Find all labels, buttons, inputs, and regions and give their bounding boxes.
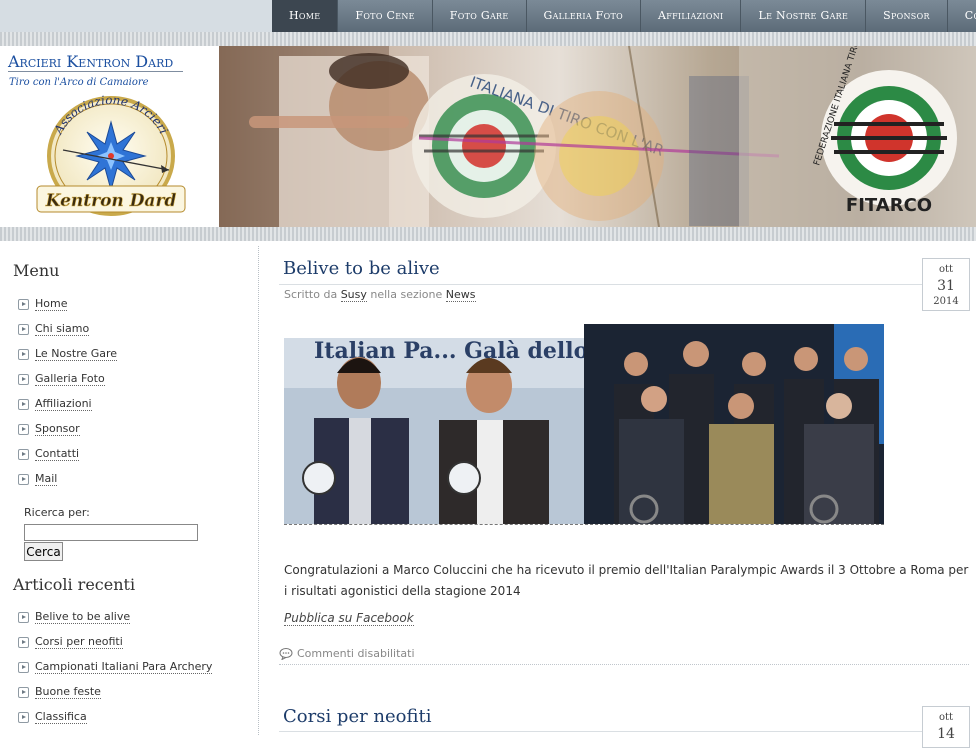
recent-post-label: Buone feste [35,685,101,699]
post-title[interactable]: Corsi per neofiti [283,706,432,727]
recent-post-link[interactable]: Belive to be alive [18,609,131,625]
photo-left-illustration: Italian Pa... Galà dello Sport Parali [284,338,584,524]
photo-divider [284,524,884,525]
bullet-arrow-icon [18,711,29,723]
post-title-rule [279,731,969,732]
bullet-arrow-icon [18,473,29,485]
site-branding: Arcieri Kentron Dard Tiro con l'Arco di … [0,46,219,227]
banner-fitarco-text: FITARCO [846,195,932,216]
bullet-arrow-icon [18,298,29,310]
sidebar-item-affiliazioni[interactable]: Affiliazioni [18,396,92,412]
bullet-arrow-icon [18,423,29,435]
sidebar-item-contatti[interactable]: Contatti [18,446,80,462]
date-year: 2014 [933,296,959,307]
header-banner-image: ITALIANA DI TIRO CON L'AR FITARCO FEDERA… [219,46,976,227]
comments-label: Commenti disabilitati [297,647,415,660]
nav-item-foto-cene[interactable]: Foto Cene [338,0,431,32]
post-category-link[interactable]: News [445,288,476,302]
nav-item-foto-gare[interactable]: Foto Gare [433,0,526,32]
site-tagline: Tiro con l'Arco di Camaiore [9,77,149,88]
sidebar-item-chi-siamo[interactable]: Chi siamo [18,321,90,337]
search-input[interactable] [24,524,198,541]
sidebar-item-le-nostre-gare[interactable]: Le Nostre Gare [18,346,118,362]
sidebar-item-label: Home [35,297,68,311]
date-month: ott [938,712,954,723]
post-body: Congratulazioni a Marco Coluccini che ha… [284,563,969,598]
post-title[interactable]: Belive to be alive [283,258,440,279]
recent-post-link[interactable]: Buone feste [18,684,101,700]
nav-item-affiliazioni[interactable]: Affiliazioni [641,0,741,32]
bullet-arrow-icon [18,636,29,648]
sidebar-item-label: Le Nostre Gare [35,347,118,361]
club-logo[interactable]: Associazione Arcieri Kentron Dard [35,94,187,224]
bullet-arrow-icon [18,448,29,460]
header-bottom-stripe [0,227,976,241]
bullet-arrow-icon [18,686,29,698]
sidebar-item-label: Mail [35,472,58,486]
bullet-arrow-icon [18,661,29,673]
recent-post-link[interactable]: Campionati Italiani Para Archery [18,659,213,675]
post-photo-awardees[interactable]: Italian Pa... Galà dello Sport Parali [284,338,584,524]
site-title[interactable]: Arcieri Kentron Dard [8,52,173,71]
recent-post-label: Classifica [35,710,87,724]
recent-post-label: Corsi per neofiti [35,635,123,649]
bullet-arrow-icon [18,348,29,360]
recent-posts-heading: Articoli recenti [13,575,136,594]
bullet-arrow-icon [18,323,29,335]
date-month: ott [938,264,954,275]
post-meta-prefix: Scritto da [284,288,338,301]
post-title-rule [279,284,969,285]
main-nav: Home Foto Cene Foto Gare Galleria Foto A… [272,0,976,32]
nav-item-le-nostre-gare[interactable]: Le Nostre Gare [741,0,865,32]
sidebar-item-home[interactable]: Home [18,296,68,312]
post-meta: Scritto da Susy nella sezione News [284,288,476,302]
nav-item-galleria-foto[interactable]: Galleria Foto [527,0,640,32]
logo-name: Kentron Dard [45,191,177,211]
sidebar-item-sponsor[interactable]: Sponsor [18,421,80,437]
bullet-arrow-icon [18,373,29,385]
sidebar-item-label: Contatti [35,447,80,461]
sidebar-item-label: Galleria Foto [35,372,105,386]
post-author-link[interactable]: Susy [340,288,367,302]
nav-left-strip [0,0,272,32]
sidebar-item-galleria-foto[interactable]: Galleria Foto [18,371,105,387]
sidebar-item-label: Sponsor [35,422,80,436]
recent-post-label: Campionati Italiani Para Archery [35,660,213,674]
banner-collage: ITALIANA DI TIRO CON L'AR FITARCO FEDERA… [219,46,976,227]
site-title-underline [8,71,183,72]
post-date-badge: ott 31 2014 [922,258,970,311]
search-button[interactable]: Cerca [24,542,63,561]
bullet-arrow-icon [18,611,29,623]
photo-right-illustration [584,324,884,524]
sidebar-item-label: Chi siamo [35,322,90,336]
nav-item-home[interactable]: Home [272,0,338,32]
bullet-arrow-icon [18,398,29,410]
post-separator [279,664,969,665]
recent-post-link[interactable]: Classifica [18,709,87,725]
nav-item-sponsor[interactable]: Sponsor [866,0,947,32]
comment-bubble-icon [279,647,293,660]
search-label: Ricerca per: [24,506,90,519]
menu-heading: Menu [13,261,60,280]
post-photo-group[interactable] [584,324,884,524]
recent-post-link[interactable]: Corsi per neofiti [18,634,123,650]
nav-item-contatti[interactable]: Contatti [948,0,976,32]
date-day: 14 [937,726,955,742]
sidebar-item-mail[interactable]: Mail [18,471,58,487]
header-top-stripe [0,32,976,46]
top-navigation-bar: Home Foto Cene Foto Gare Galleria Foto A… [0,0,976,32]
facebook-share-link[interactable]: Pubblica su Facebook [284,611,414,626]
date-day: 31 [937,278,955,294]
recent-post-label: Belive to be alive [35,610,131,624]
post-date-badge: ott 14 [922,706,970,748]
post-meta-mid: nella sezione [370,288,443,301]
sidebar-item-label: Affiliazioni [35,397,92,411]
sidebar-divider [258,246,259,735]
comments-status: Commenti disabilitati [279,647,415,660]
